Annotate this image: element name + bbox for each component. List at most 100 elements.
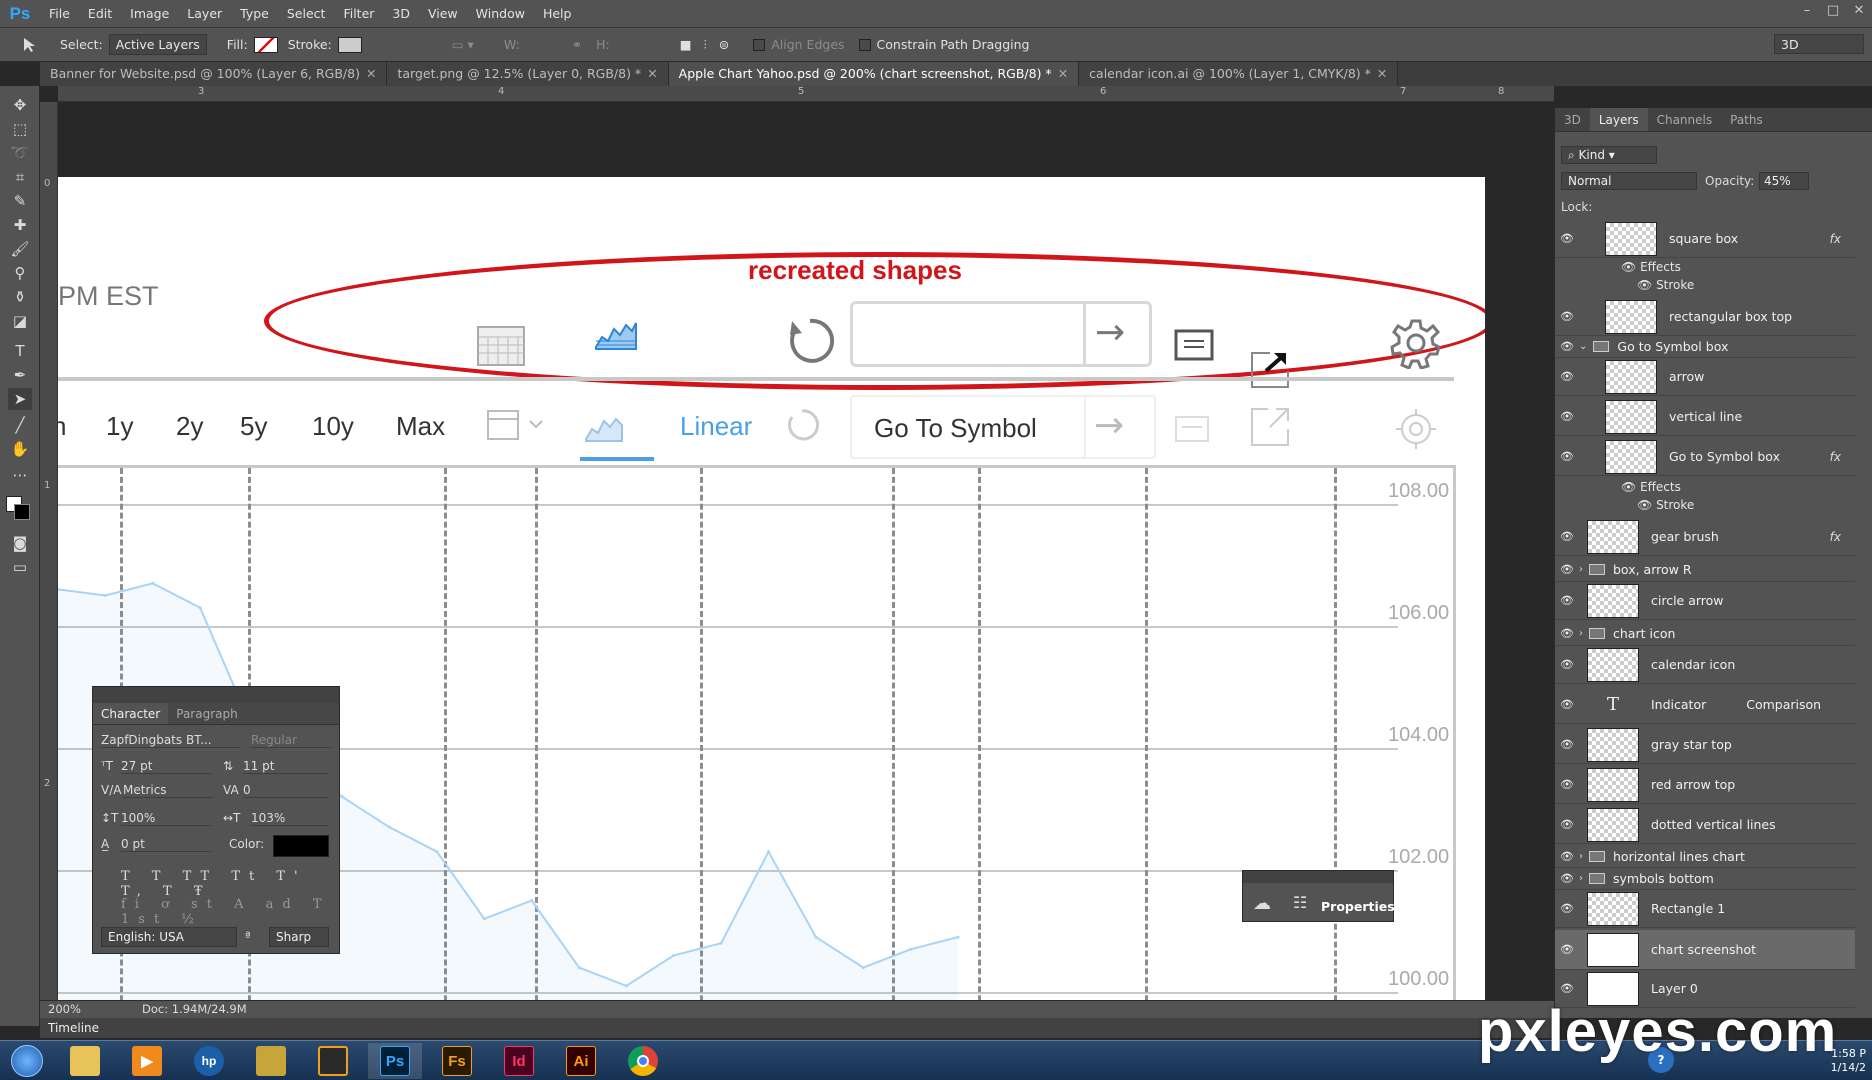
properties-dock[interactable]: ☁ ☷ Properties [1242,870,1395,922]
tab-paragraph[interactable]: Paragraph [168,703,245,724]
lasso-tool-icon[interactable]: ➰ [8,142,32,164]
compare-icon[interactable] [1172,415,1212,445]
layer-group-row[interactable]: 👁 › symbols bottom [1555,868,1855,890]
align-edges-checkbox[interactable]: Align Edges [753,37,845,52]
text-layer-row[interactable]: 👁 T Indicator Comparison [1555,686,1855,724]
opacity-field[interactable]: 45% [1759,172,1809,190]
range-5y[interactable]: 5y [240,411,267,442]
menu-image[interactable]: Image [121,6,178,21]
link-icon[interactable]: ⚭ [572,37,582,52]
tab-paths[interactable]: Paths [1721,108,1772,131]
layer-row[interactable]: 👁 vertical line [1555,398,1855,436]
menu-window[interactable]: Window [467,6,534,21]
stroke-style-dropdown[interactable]: ▭ ▾ [452,37,474,52]
type-tool-icon[interactable]: T [8,340,32,362]
text-color-swatch[interactable] [273,835,329,857]
layer-group-row[interactable]: 👁 › chart icon [1555,622,1855,646]
tab-channels[interactable]: Channels [1648,108,1722,131]
layer-row[interactable]: 👁 circle arrow [1555,582,1855,620]
blend-mode-dropdown[interactable]: Normal [1561,172,1697,190]
history-brush-icon[interactable]: ⚱ [8,286,32,308]
chrome-icon[interactable] [616,1043,670,1079]
close-button[interactable]: ✕ [1846,0,1872,24]
menu-3d[interactable]: 3D [383,6,419,21]
menu-view[interactable]: View [419,6,467,21]
screen-mode-icon[interactable]: ▭ [8,556,32,578]
character-panel[interactable]: Character Paragraph ZapfDingbats BT... R… [92,686,340,954]
indesign-icon[interactable]: Id [492,1043,546,1079]
menu-select[interactable]: Select [278,6,335,21]
go-to-symbol-box[interactable]: Go To Symbol → [850,395,1156,459]
illustrator-icon[interactable]: Ai [554,1043,608,1079]
antialias-dropdown[interactable]: Sharp [269,927,329,947]
bridge-icon[interactable] [306,1043,360,1079]
color-swatches-icon[interactable] [6,496,32,522]
more-tools-icon[interactable]: ⋯ [8,464,32,486]
language-dropdown[interactable]: English: USA [101,927,237,947]
tracking-field[interactable]: 0 [243,783,329,798]
properties-label[interactable]: Properties [1321,899,1395,914]
tab-target[interactable]: target.png @ 12.5% (Layer 0, RGB/8) * ✕ [387,62,669,86]
horizontal-scale-field[interactable]: 103% [251,811,329,826]
gallery-icon[interactable] [244,1043,298,1079]
libraries-icon[interactable]: ☁ [1253,893,1271,914]
layer-effect-stroke[interactable]: 👁 Stroke [1555,278,1855,296]
opentype-buttons[interactable]: fi ơ st A ad T 1st ½ [121,897,339,927]
type-style-buttons[interactable]: T T TT Tt T' T, T Ŧ [121,869,339,899]
vertical-scale-field[interactable]: 100% [121,811,211,826]
timeline-tab[interactable]: Timeline [40,1018,1554,1038]
media-player-icon[interactable]: ▶ [120,1043,174,1079]
quick-mask-icon[interactable]: ◙ [8,532,32,554]
start-button[interactable] [0,1043,54,1079]
eyedropper-tool-icon[interactable]: ✎ [8,190,32,212]
chart-type-icon[interactable] [584,413,624,443]
tab-calendar-icon[interactable]: calendar icon.ai @ 100% (Layer 1, CMYK/8… [1079,62,1399,86]
layers-panel[interactable]: 3D Layers Channels Paths ⌕ Kind ▾ Normal… [1554,108,1872,1018]
layer-row[interactable]: 👁 gear brush fx [1555,518,1855,556]
calendar-dropdown-icon[interactable] [486,407,550,441]
range-10y[interactable]: 10y [312,411,354,442]
leading-field[interactable]: 11 pt [243,759,329,774]
fill-swatch[interactable] [253,36,278,53]
stroke-swatch[interactable] [337,36,362,53]
brush-tool-icon[interactable]: 🖌 [8,238,32,260]
maximize-button[interactable]: □ [1820,0,1846,24]
constrain-path-checkbox[interactable]: Constrain Path Dragging [858,37,1029,52]
path-select-tool-icon[interactable] [20,36,38,54]
select-dropdown[interactable]: Active Layers [108,34,207,55]
menu-filter[interactable]: Filter [334,6,383,21]
healing-brush-icon[interactable]: ✚ [8,214,32,236]
settings-gear-icon[interactable] [1394,407,1438,451]
zoom-level[interactable]: 200% [48,1002,81,1016]
layer-row-selected[interactable]: 👁 chart screenshot [1555,930,1855,970]
hand-tool-icon[interactable]: ✋ [8,438,32,460]
properties-icon[interactable]: ☷ [1293,893,1307,912]
layer-row[interactable]: 👁 calendar icon [1555,646,1855,684]
tab-layers[interactable]: Layers [1589,108,1648,131]
move-tool-icon[interactable]: ✥ [8,94,32,116]
range-1y[interactable]: 1y [106,411,133,442]
tab-character[interactable]: Character [93,703,169,724]
photoshop-taskbar-icon[interactable]: Ps [368,1043,422,1079]
range-2y[interactable]: 2y [176,411,203,442]
marquee-tool-icon[interactable]: ⬚ [8,118,32,140]
range-max[interactable]: Max [396,411,445,442]
layer-row[interactable]: 👁 square box fx [1555,220,1855,258]
layer-group-row[interactable]: 👁 › box, arrow R [1555,558,1855,582]
doc-size[interactable]: Doc: 1.94M/24.9M [142,1002,247,1016]
workspace-dropdown[interactable]: 3D [1774,34,1864,54]
reset-icon[interactable] [782,405,822,445]
font-size-field[interactable]: 27 pt [121,759,211,774]
line-tool-icon[interactable]: ╱ [8,414,32,436]
layer-group-row[interactable]: 👁 ⌄ Go to Symbol box [1555,336,1855,358]
tab-3d[interactable]: 3D [1555,108,1590,131]
arrow-right-icon[interactable]: → [1094,405,1124,446]
hp-icon[interactable]: hp [182,1043,236,1079]
menu-file[interactable]: File [40,6,79,21]
font-style-dropdown[interactable]: Regular [251,733,331,748]
layer-effects-row[interactable]: 👁 Effects [1555,480,1855,498]
font-family-dropdown[interactable]: ZapfDingbats BT... [101,733,241,748]
menu-edit[interactable]: Edit [79,6,121,21]
explorer-icon[interactable] [58,1043,112,1079]
eraser-tool-icon[interactable]: ◪ [8,310,32,332]
